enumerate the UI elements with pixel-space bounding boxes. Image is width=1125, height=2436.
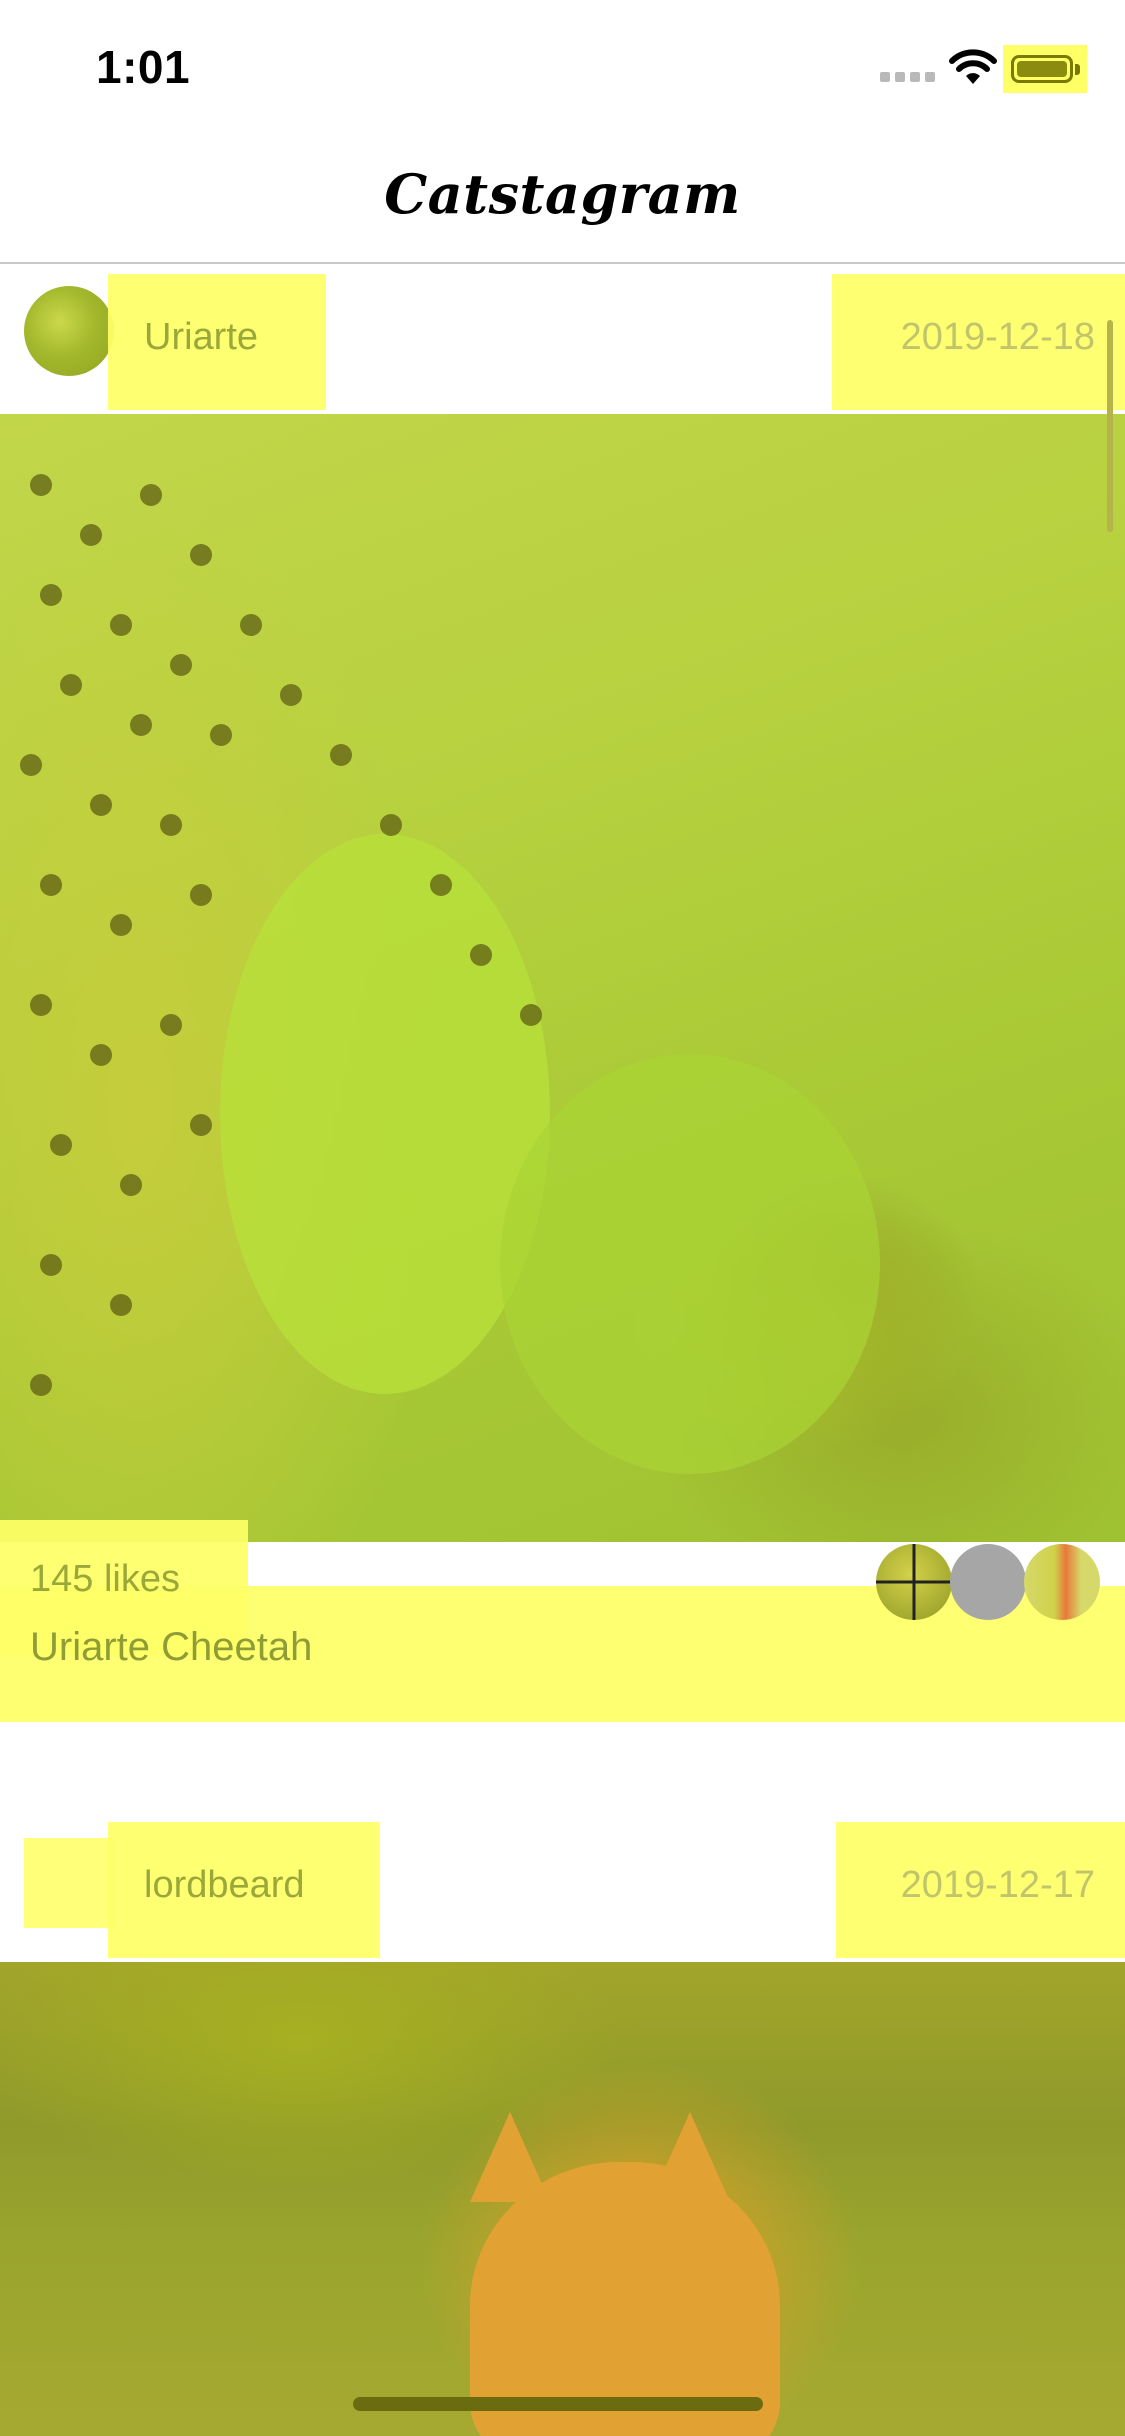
post-date: 2019-12-18 bbox=[900, 316, 1095, 358]
liker-avatar bbox=[876, 1544, 952, 1620]
scroll-indicator[interactable] bbox=[1107, 320, 1113, 532]
post-username[interactable]: Uriarte bbox=[144, 316, 258, 359]
post-caption: Uriarte Cheetah bbox=[30, 1625, 313, 1669]
app-title: Catstagram bbox=[384, 162, 741, 226]
home-indicator[interactable] bbox=[353, 2397, 763, 2411]
wifi-icon bbox=[949, 49, 997, 84]
liked-by-avatars[interactable] bbox=[876, 1544, 1102, 1620]
cheetah-spots bbox=[0, 414, 560, 1542]
status-bar: 1:01 bbox=[0, 0, 1125, 132]
post-image[interactable] bbox=[0, 414, 1125, 1542]
post-header: lordbeard 2019-12-17 bbox=[0, 1820, 1125, 1960]
cellular-signal-icon bbox=[880, 72, 936, 84]
post-header: Uriarte 2019-12-18 bbox=[0, 272, 1125, 412]
status-time: 1:01 bbox=[96, 41, 191, 93]
post-image[interactable] bbox=[0, 1962, 1125, 2436]
battery-icon bbox=[1003, 45, 1087, 93]
post-username[interactable]: lordbeard bbox=[144, 1864, 305, 1907]
liker-avatar bbox=[1024, 1544, 1100, 1620]
user-avatar[interactable] bbox=[24, 286, 114, 376]
user-avatar[interactable] bbox=[24, 1838, 114, 1928]
post-date: 2019-12-17 bbox=[900, 1864, 1095, 1906]
likes-count[interactable]: 145 likes bbox=[30, 1558, 180, 1601]
liker-avatar bbox=[950, 1544, 1026, 1620]
navigation-bar: Catstagram bbox=[0, 132, 1125, 264]
cat-figure bbox=[470, 2162, 780, 2436]
